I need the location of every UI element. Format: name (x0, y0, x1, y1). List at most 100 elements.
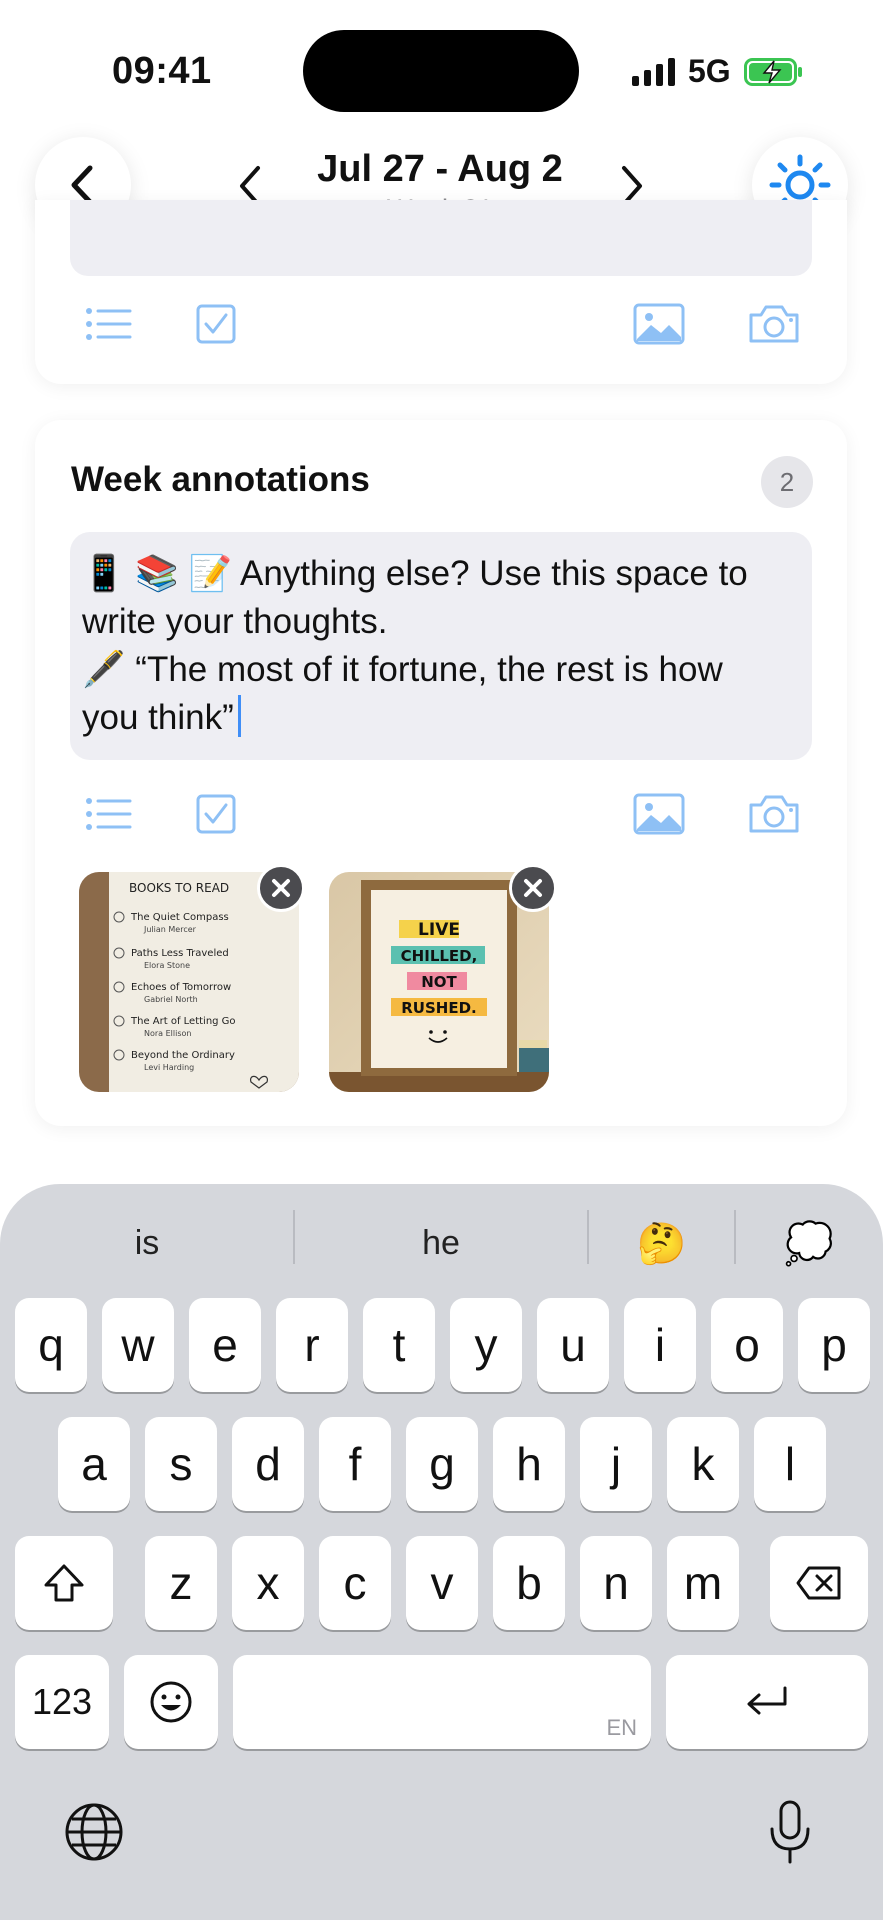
microphone-icon (770, 1800, 810, 1864)
camera-icon (749, 795, 799, 833)
card1-toolbar (35, 294, 847, 354)
suggestion-emoji[interactable]: 💭 (735, 1210, 883, 1276)
add-photo-button[interactable] (629, 784, 689, 844)
note-line: 📱 📚 📝 Anything else? Use this space to (82, 554, 748, 593)
suggestion-emoji[interactable]: 🤔 (588, 1210, 735, 1276)
remove-attachment-button[interactable] (509, 864, 557, 912)
checklist-button[interactable] (187, 294, 245, 354)
suggestion-item[interactable]: is (0, 1210, 294, 1276)
shift-key[interactable] (15, 1536, 113, 1630)
key[interactable]: y (450, 1298, 522, 1392)
backspace-icon (796, 1566, 841, 1600)
key[interactable]: i (624, 1298, 696, 1392)
section-title: Week annotations (71, 460, 370, 499)
return-key[interactable] (666, 1655, 868, 1749)
key[interactable]: w (102, 1298, 174, 1392)
status-time: 09:41 (112, 50, 212, 92)
suggestion-item[interactable]: he (294, 1210, 588, 1276)
annotations-text-field[interactable]: 📱 📚 📝 Anything else? Use this space to w… (70, 532, 812, 760)
key[interactable]: z (145, 1536, 217, 1630)
list-book-title: The Art of Letting Go (130, 1016, 236, 1027)
camera-button[interactable] (744, 294, 804, 354)
week-range-title: Jul 27 - Aug 2 (317, 148, 563, 190)
globe-button[interactable] (60, 1798, 128, 1866)
key[interactable]: r (276, 1298, 348, 1392)
camera-button[interactable] (744, 784, 804, 844)
key[interactable]: f (319, 1417, 391, 1511)
emoji-key[interactable] (124, 1655, 218, 1749)
attachment-count-badge: 2 (761, 456, 813, 508)
key[interactable]: p (798, 1298, 870, 1392)
list-book-title: Echoes of Tomorrow (131, 982, 231, 993)
previous-section-card (35, 200, 847, 384)
dynamic-island (303, 30, 579, 112)
key[interactable]: t (363, 1298, 435, 1392)
annotations-toolbar (35, 784, 847, 844)
key[interactable]: b (493, 1536, 565, 1630)
photo-icon (633, 793, 685, 835)
note-line-text: you think” (82, 698, 234, 737)
key[interactable]: u (537, 1298, 609, 1392)
list-icon (86, 308, 132, 340)
space-key[interactable]: EN (233, 1655, 651, 1749)
system-keyboard: is he 🤔 💭 q w e r t y u i o p a s d f g … (0, 1184, 883, 1920)
remove-attachment-button[interactable] (257, 864, 305, 912)
list-book-author: Elora Stone (144, 961, 190, 970)
checkbox-icon (196, 304, 236, 344)
note-line: write your thoughts. (82, 602, 388, 641)
list-book-title: Beyond the Ordinary (131, 1050, 235, 1061)
key[interactable]: c (319, 1536, 391, 1630)
key[interactable]: x (232, 1536, 304, 1630)
list-book-title: Paths Less Traveled (131, 948, 229, 959)
key[interactable]: n (580, 1536, 652, 1630)
return-icon (747, 1686, 787, 1715)
key[interactable]: l (754, 1417, 826, 1511)
shift-icon (44, 1564, 84, 1602)
status-bar: 09:41 5G (0, 0, 883, 120)
bullet-list-button[interactable] (80, 784, 138, 844)
key[interactable]: m (667, 1536, 739, 1630)
key[interactable]: k (667, 1417, 739, 1511)
week-annotations-card: Week annotations 2 📱 📚 📝 Anything else? … (35, 420, 847, 1126)
key[interactable]: e (189, 1298, 261, 1392)
poster-word: RUSHED. (401, 999, 476, 1017)
key[interactable]: g (406, 1417, 478, 1511)
note-line: 🖋️ “The most of it fortune, the rest is … (82, 650, 723, 689)
list-book-author: Gabriel North (144, 995, 198, 1004)
network-type: 5G (688, 53, 731, 89)
checklist-button[interactable] (187, 784, 245, 844)
add-photo-button[interactable] (629, 294, 689, 354)
close-icon (524, 879, 542, 897)
key[interactable]: a (58, 1417, 130, 1511)
list-book-author: Levi Harding (144, 1063, 194, 1072)
keyboard-language-label: EN (606, 1715, 637, 1740)
camera-icon (749, 305, 799, 343)
key[interactable]: h (493, 1417, 565, 1511)
delete-key[interactable] (770, 1536, 868, 1630)
globe-icon (65, 1803, 123, 1861)
key[interactable]: q (15, 1298, 87, 1392)
list-book-author: Nora Ellison (144, 1029, 191, 1038)
key[interactable]: d (232, 1417, 304, 1511)
text-cursor (237, 695, 241, 737)
key[interactable]: s (145, 1417, 217, 1511)
close-icon (272, 879, 290, 897)
list-icon (86, 798, 132, 830)
previous-text-field[interactable] (70, 200, 812, 276)
note-line: you think” (82, 694, 800, 742)
numbers-key[interactable]: 123 (15, 1655, 109, 1749)
key[interactable]: v (406, 1536, 478, 1630)
photo-icon (633, 303, 685, 345)
list-book-title: The Quiet Compass (130, 912, 229, 923)
poster-word: LIVE (418, 920, 460, 940)
dictation-button[interactable] (756, 1794, 824, 1870)
poster-word: CHILLED, (401, 947, 478, 965)
checkbox-icon (196, 794, 236, 834)
battery-charging-icon (744, 58, 802, 86)
key[interactable]: o (711, 1298, 783, 1392)
smiley-icon (150, 1681, 192, 1723)
list-title: BOOKS TO READ (129, 881, 229, 895)
key[interactable]: j (580, 1417, 652, 1511)
bullet-list-button[interactable] (80, 294, 138, 354)
list-book-author: Julian Mercer (143, 925, 197, 934)
